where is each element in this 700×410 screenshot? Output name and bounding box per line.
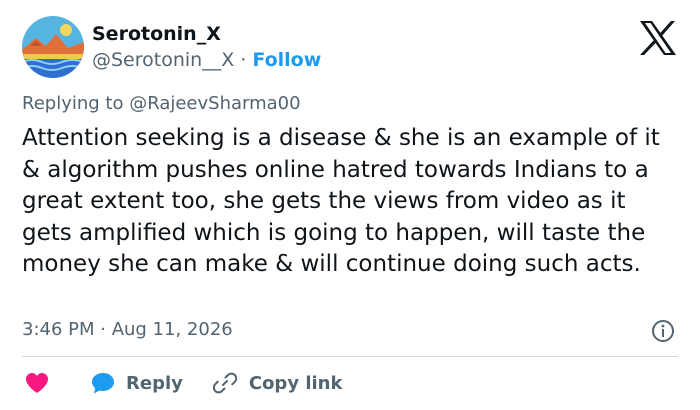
link-icon bbox=[212, 372, 237, 394]
action-bar: Reply Copy link bbox=[22, 368, 342, 398]
reply-prefix: Replying to bbox=[22, 93, 124, 114]
x-logo-icon[interactable] bbox=[638, 20, 678, 56]
separator: · bbox=[240, 49, 247, 71]
copy-link-label: Copy link bbox=[248, 372, 343, 394]
avatar-image bbox=[22, 16, 84, 78]
handle-row: @Serotonin__X · Follow bbox=[92, 48, 321, 72]
display-name[interactable]: Serotonin_X bbox=[92, 22, 321, 46]
handle[interactable]: @Serotonin__X bbox=[92, 49, 234, 71]
like-button[interactable] bbox=[22, 371, 50, 395]
replying-to: Replying to @RajeevSharma00 bbox=[22, 92, 301, 116]
copy-link-button[interactable]: Copy link bbox=[212, 371, 343, 395]
timestamp[interactable]: 3:46 PM · Aug 11, 2026 bbox=[22, 318, 233, 342]
reply-bubble-icon bbox=[92, 373, 114, 394]
tweet-text: Attention seeking is a disease & she is … bbox=[22, 125, 660, 277]
reply-to-handle[interactable]: @RajeevSharma00 bbox=[129, 93, 300, 114]
follow-button[interactable]: Follow bbox=[252, 49, 321, 71]
heart-icon bbox=[26, 373, 48, 393]
reply-button[interactable]: Reply bbox=[90, 371, 183, 395]
reply-label: Reply bbox=[126, 372, 183, 394]
divider bbox=[22, 356, 678, 357]
avatar[interactable] bbox=[22, 16, 84, 78]
info-icon[interactable] bbox=[651, 319, 675, 343]
author-block: Serotonin_X @Serotonin__X · Follow bbox=[92, 22, 321, 72]
